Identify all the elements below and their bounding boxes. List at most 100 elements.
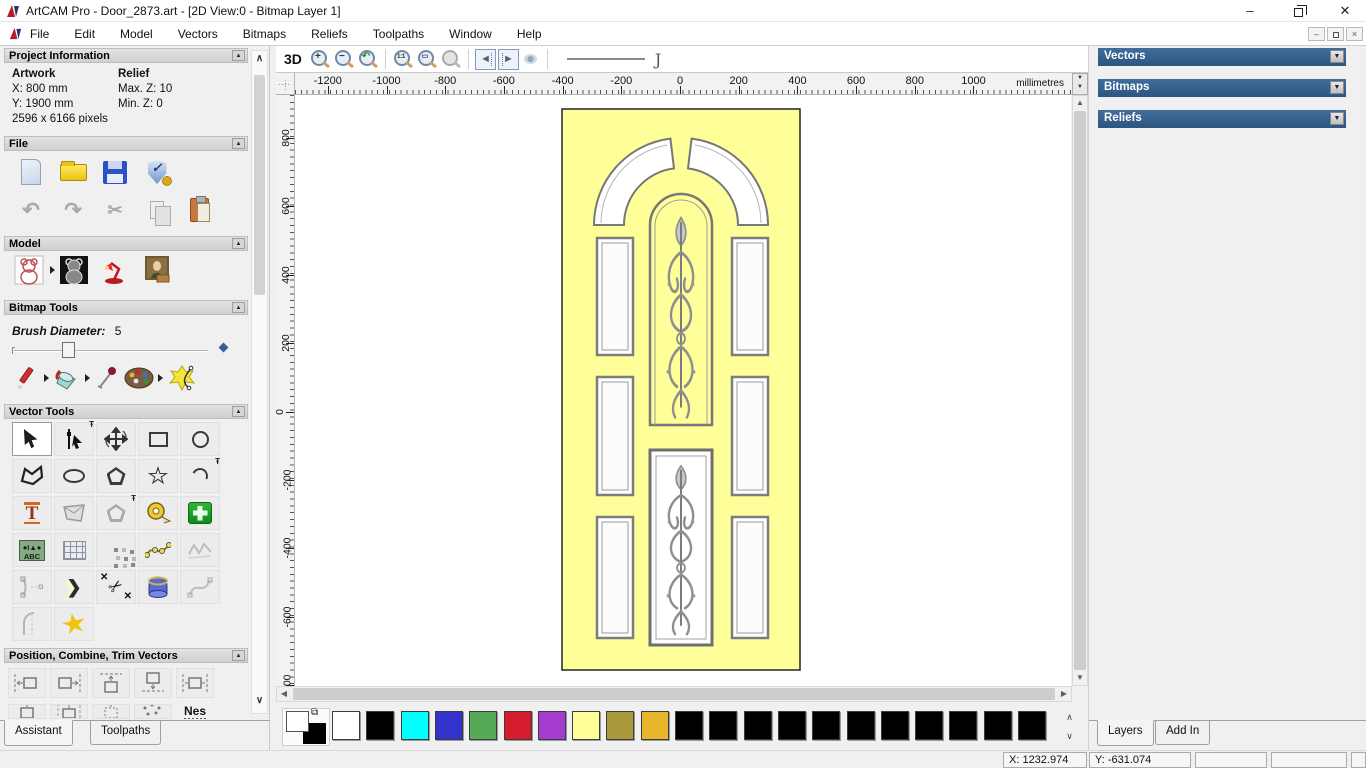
free-relief-tool[interactable] <box>180 533 220 567</box>
lighting-button[interactable] <box>99 254 133 286</box>
scroll-down-arrow[interactable]: ▼ <box>1073 671 1087 685</box>
zoom-out-button[interactable]: − <box>333 48 355 70</box>
menu-toolpaths[interactable]: Toolpaths <box>371 25 426 43</box>
redo-button[interactable]: ↷ <box>56 194 90 226</box>
palette-swatch-16[interactable] <box>881 711 909 740</box>
tab-add-in[interactable]: Add In <box>1155 721 1210 745</box>
section-bitmap-tools[interactable]: Bitmap Tools ▲ <box>4 300 248 315</box>
scroll-down-icon[interactable]: ∨ <box>252 695 267 711</box>
envelope-distort-tool[interactable] <box>54 496 94 530</box>
palette-swatch-4[interactable] <box>469 711 497 740</box>
undo-button[interactable]: ↶ <box>14 194 48 226</box>
flyout-arrow-icon[interactable] <box>44 374 49 382</box>
fit-spline-tool[interactable] <box>180 570 220 604</box>
canvas-vertical-scrollbar[interactable]: ▲ ▼ <box>1072 95 1088 686</box>
create-ellipse-tool[interactable] <box>54 459 94 493</box>
create-arc-tool[interactable]: Ŧ <box>180 459 220 493</box>
paint-button[interactable] <box>12 362 42 394</box>
flyout-arrow-icon[interactable] <box>158 374 163 382</box>
zoom-to-fit-button[interactable]: ▭ <box>416 48 438 70</box>
text-block-tool[interactable]: ●I▲●ABC <box>12 533 52 567</box>
align-bottom-tool[interactable] <box>134 668 172 698</box>
scroll-up-arrow[interactable]: ▲ <box>1073 96 1087 110</box>
next-bitmap-layer-button[interactable]: ► <box>498 49 519 70</box>
palette-scroll-up[interactable]: ∧ <box>1062 709 1077 726</box>
menu-bitmaps[interactable]: Bitmaps <box>241 25 288 43</box>
menu-help[interactable]: Help <box>515 25 544 43</box>
nesting-tool[interactable]: Nes <box>176 704 214 719</box>
flyout-arrow-icon[interactable] <box>50 266 55 274</box>
node-edit-tool[interactable]: Ŧ <box>54 422 94 456</box>
primary-colour-swatch[interactable] <box>286 711 309 732</box>
palette-swatch-17[interactable] <box>915 711 943 740</box>
paste-button[interactable] <box>182 194 216 226</box>
palette-swatch-13[interactable] <box>778 711 806 740</box>
center-in-box-tool[interactable] <box>50 704 88 719</box>
palette-swatch-1[interactable] <box>366 711 394 740</box>
extrude-tool[interactable] <box>138 570 178 604</box>
colour-picker-button[interactable] <box>92 362 122 394</box>
close-button[interactable]: ✕ <box>1330 3 1360 19</box>
menu-window[interactable]: Window <box>447 25 494 43</box>
link-colours-icon[interactable]: ⧉ <box>311 707 318 718</box>
paste-along-curve-tool[interactable] <box>138 533 178 567</box>
ruler-units-dropdown[interactable]: ▼▼ <box>1072 73 1088 95</box>
canvas-horizontal-scrollbar[interactable]: ◀ ▶ <box>276 686 1072 702</box>
collapse-arrow-icon[interactable]: ▲ <box>232 302 245 313</box>
child-minimize-button[interactable]: – <box>1308 27 1325 41</box>
tab-assistant[interactable]: Assistant <box>4 720 73 746</box>
transform-vectors-tool[interactable] <box>96 422 136 456</box>
palette-swatch-2[interactable] <box>401 711 429 740</box>
open-model-button[interactable] <box>56 156 90 188</box>
tab-layers[interactable]: Layers <box>1097 720 1154 746</box>
section-model[interactable]: Model ▲ <box>4 236 248 251</box>
palette-swatch-10[interactable] <box>675 711 703 740</box>
toggle-3d-view-button[interactable]: 3D <box>284 51 302 67</box>
fillet-tool[interactable] <box>12 607 52 641</box>
section-position-combine-trim[interactable]: Position, Combine, Trim Vectors ▲ <box>4 648 248 663</box>
palette-swatch-9[interactable] <box>641 711 669 740</box>
zoom-previous-button[interactable]: ↶ <box>357 48 379 70</box>
measure-tool[interactable] <box>138 496 178 530</box>
section-vectors[interactable]: Vectors ▼ <box>1098 48 1346 66</box>
dropdown-arrow-icon[interactable]: ▼ <box>1330 50 1344 63</box>
block-copy-rotate-tool[interactable] <box>134 704 172 719</box>
menu-file[interactable]: File <box>28 25 51 43</box>
create-polygon-tool[interactable] <box>96 459 136 493</box>
zoom-objects-button[interactable] <box>440 48 462 70</box>
flood-fill-button[interactable] <box>51 362 83 394</box>
palette-swatch-6[interactable] <box>538 711 566 740</box>
slider-thumb[interactable] <box>62 342 75 358</box>
palette-swatch-0[interactable] <box>332 711 360 740</box>
assistant-scrollbar[interactable]: ∧ ∨ <box>251 50 268 714</box>
slider-track[interactable] <box>14 350 208 352</box>
cut-button[interactable]: ✂ <box>98 194 132 226</box>
flyout-arrow-icon[interactable] <box>85 374 90 382</box>
previous-bitmap-layer-button[interactable]: ◄ <box>475 49 496 70</box>
toggle-bitmap-visibility-button[interactable] <box>520 48 542 70</box>
collapse-arrow-icon[interactable]: ▲ <box>232 50 245 61</box>
scroll-left-arrow[interactable]: ◀ <box>277 687 291 701</box>
primary-secondary-colour-indicator[interactable]: ⧉ <box>282 708 330 746</box>
center-horizontal-tool[interactable] <box>176 668 214 698</box>
scrollbar-thumb[interactable] <box>293 688 1055 700</box>
new-model-button[interactable] <box>14 156 48 188</box>
create-circle-tool[interactable] <box>180 422 220 456</box>
palette-swatch-3[interactable] <box>435 711 463 740</box>
align-left-tool[interactable] <box>8 668 46 698</box>
menu-edit[interactable]: Edit <box>72 25 97 43</box>
paste-array-tool[interactable] <box>92 704 130 719</box>
greyscale-from-model-button[interactable] <box>12 254 46 286</box>
dropdown-arrow-icon[interactable]: ▼ <box>1330 112 1344 125</box>
palette-swatch-14[interactable] <box>812 711 840 740</box>
child-close-button[interactable]: × <box>1346 27 1363 41</box>
menu-model[interactable]: Model <box>118 25 155 43</box>
preferences-button[interactable]: ✓ <box>140 156 174 188</box>
palette-swatch-20[interactable] <box>1018 711 1046 740</box>
block-paste-tool[interactable] <box>96 533 136 567</box>
wrap-text-star-tool[interactable] <box>54 607 94 641</box>
palette-swatch-15[interactable] <box>847 711 875 740</box>
tab-toolpaths[interactable]: Toolpaths <box>90 721 161 745</box>
2d-view-canvas[interactable] <box>295 95 1071 686</box>
scrollbar-thumb[interactable] <box>1074 111 1086 670</box>
